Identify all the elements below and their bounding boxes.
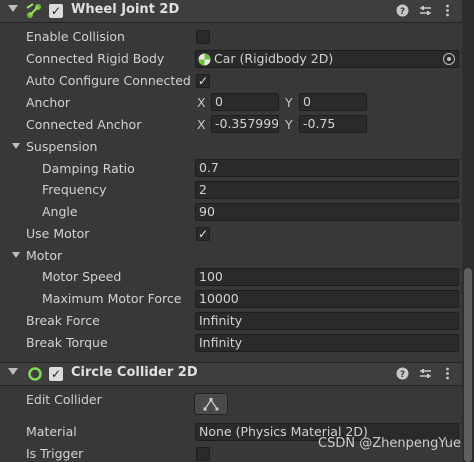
presets-icon[interactable]: [418, 4, 432, 18]
circle-collider-header[interactable]: ✓ Circle Collider 2D ?: [0, 362, 462, 386]
angle-input[interactable]: 90: [195, 203, 459, 221]
break-force-input[interactable]: Infinity: [195, 312, 459, 330]
edit-collider-icon: [203, 398, 219, 411]
help-icon[interactable]: ?: [395, 367, 409, 381]
inspector-scrollbar[interactable]: [462, 0, 474, 462]
motor-speed-label: Motor Speed: [42, 269, 122, 284]
angle-label: Angle: [42, 204, 78, 219]
presets-icon[interactable]: [418, 367, 432, 381]
component-enabled-checkbox[interactable]: ✓: [49, 4, 63, 18]
use-motor-label: Use Motor: [26, 226, 90, 241]
component-enabled-checkbox[interactable]: ✓: [49, 367, 63, 381]
connected-anchor-y-label: Y: [285, 117, 293, 132]
anchor-x-input[interactable]: 0: [211, 93, 279, 111]
break-torque-label: Break Torque: [26, 335, 108, 350]
damping-ratio-label: Damping Ratio: [42, 161, 135, 176]
motor-speed-input[interactable]: 100: [195, 268, 459, 286]
edit-collider-button[interactable]: [194, 393, 228, 415]
wheel-joint-icon: [26, 3, 41, 18]
suspension-foldout-icon[interactable]: [12, 143, 20, 149]
use-motor-checkbox[interactable]: ✓: [196, 227, 210, 241]
break-force-label: Break Force: [26, 313, 100, 328]
auto-configure-label: Auto Configure Connected: [26, 73, 191, 88]
suspension-label[interactable]: Suspension: [26, 139, 97, 154]
anchor-y-label: Y: [285, 95, 293, 110]
wheel-joint-header[interactable]: ✓ Wheel Joint 2D ?: [0, 0, 462, 23]
motor-label[interactable]: Motor: [26, 248, 62, 263]
break-torque-input[interactable]: Infinity: [195, 334, 459, 352]
help-icon[interactable]: ?: [395, 4, 409, 18]
connected-anchor-x-input[interactable]: -0.357999: [211, 115, 279, 133]
frequency-input[interactable]: 2: [195, 181, 459, 199]
more-icon[interactable]: [440, 367, 454, 381]
frequency-label: Frequency: [42, 182, 107, 197]
anchor-label: Anchor: [26, 95, 71, 110]
connected-anchor-label: Connected Anchor: [26, 117, 142, 132]
max-motor-force-label: Maximum Motor Force: [42, 291, 182, 306]
svg-text:?: ?: [399, 370, 404, 380]
damping-ratio-input[interactable]: 0.7: [195, 159, 459, 177]
auto-configure-checkbox[interactable]: ✓: [196, 74, 210, 88]
svg-text:?: ?: [399, 7, 404, 17]
collapse-chevron-icon[interactable]: [8, 368, 18, 375]
more-icon[interactable]: [440, 4, 454, 18]
rigidbody-icon: [198, 53, 211, 66]
collapse-chevron-icon[interactable]: [8, 5, 18, 12]
connected-anchor-x-label: X: [197, 117, 206, 132]
anchor-y-input[interactable]: 0: [299, 93, 367, 111]
connected-rigid-body-label: Connected Rigid Body: [26, 51, 165, 66]
watermark: CSDN @ZhenpengYue: [318, 436, 462, 451]
motor-foldout-icon[interactable]: [12, 252, 20, 258]
edit-collider-label: Edit Collider: [26, 392, 102, 407]
is-trigger-checkbox[interactable]: [196, 447, 210, 461]
scrollbar-thumb[interactable]: [464, 268, 472, 462]
max-motor-force-input[interactable]: 10000: [195, 290, 459, 308]
enable-collision-label: Enable Collision: [26, 29, 125, 44]
connected-rigid-body-value: Car (Rigidbody 2D): [214, 51, 334, 66]
enable-collision-checkbox[interactable]: [196, 30, 210, 44]
circle-collider-icon: [28, 367, 42, 381]
material-label: Material: [26, 424, 77, 439]
component-title: Circle Collider 2D: [71, 365, 198, 380]
is-trigger-label: Is Trigger: [26, 446, 84, 461]
connected-rigid-body-field[interactable]: Car (Rigidbody 2D): [195, 50, 459, 68]
anchor-x-label: X: [197, 95, 206, 110]
component-title: Wheel Joint 2D: [71, 2, 180, 17]
connected-anchor-y-input[interactable]: -0.75: [299, 115, 367, 133]
object-picker-icon[interactable]: [443, 53, 455, 65]
